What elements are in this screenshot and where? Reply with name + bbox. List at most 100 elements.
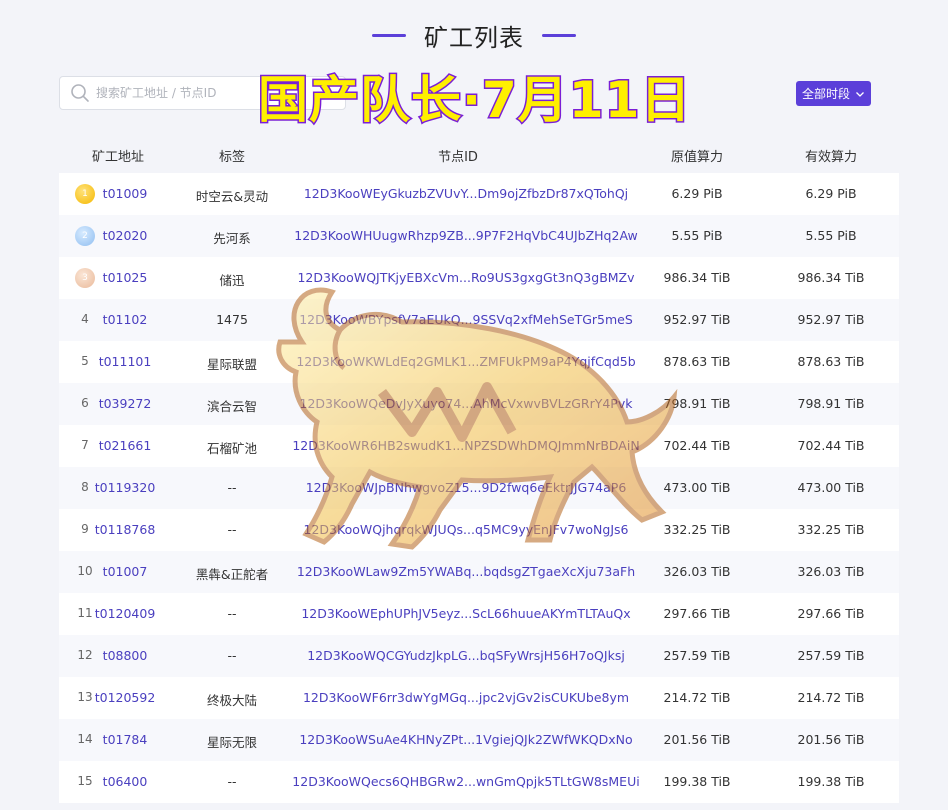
- miner-address-link[interactable]: t06400: [103, 774, 148, 789]
- table-row[interactable]: 14 t01784 星际无限 12D3KooWSuAe4KHNyZPt...1Vgie…: [59, 719, 899, 761]
- table-row[interactable]: 3 t01025 储迅 12D3KooWQJTKjyEBXcVm...Ro9US3gx…: [59, 257, 899, 299]
- raw-power-value: 199.38 TiB: [663, 774, 731, 789]
- miner-address-link[interactable]: t0118768: [95, 522, 156, 537]
- miner-tag: --: [227, 522, 237, 537]
- node-id-link[interactable]: 12D3KooWBYpsfV7aEUkQ...9SSVq2xfMehSeTGr5…: [299, 312, 633, 327]
- raw-power-value: 5.55 PiB: [671, 228, 723, 243]
- miner-address-link[interactable]: t02020: [103, 228, 148, 243]
- miner-address-link[interactable]: t01025: [103, 270, 148, 285]
- node-id-link[interactable]: 12D3KooWQecs6QHBGRw2...wnGmQpjk5TLtGW8sM…: [292, 774, 639, 789]
- node-id-link[interactable]: 12D3KooWHUugwRhzp9ZB...9P7F2HqVbC4UJbZHq…: [294, 228, 637, 243]
- table-row[interactable]: 6 t039272 滨合云智 12D3KooWQeDvJyXuyo74...AhMcV…: [59, 383, 899, 425]
- miner-address-link[interactable]: t021661: [99, 438, 152, 453]
- miner-tag: 星际无限: [206, 735, 258, 750]
- period-select-label: 全部时段: [801, 87, 850, 101]
- effective-power-value: 199.38 TiB: [797, 774, 865, 789]
- silver-medal-icon: 2: [75, 226, 95, 246]
- table-row[interactable]: 9 t0118768 -- 12D3KooWQjhqrqkWJUQs...q5MC9y…: [59, 509, 899, 551]
- rank-number: 9: [81, 522, 89, 536]
- bronze-medal-icon: 3: [75, 268, 95, 288]
- search-icon: [71, 84, 89, 102]
- raw-power-value: 986.34 TiB: [663, 270, 731, 285]
- header-node-id: 节点ID: [438, 150, 478, 165]
- table-row[interactable]: 4 t01102 1475 12D3KooWBYpsfV7aEUkQ...9SSVq2…: [59, 299, 899, 341]
- table-row[interactable]: 2 t02020 先河系 12D3KooWHUugwRhzp9ZB...9P7F2Hq…: [59, 215, 899, 257]
- miner-address-link[interactable]: t011101: [99, 354, 152, 369]
- rank-number: 10: [77, 564, 93, 578]
- table-row[interactable]: 7 t021661 石榴矿池 12D3KooWR6HB2swudK1...NPZSDW…: [59, 425, 899, 467]
- raw-power-value: 473.00 TiB: [663, 480, 731, 495]
- miner-tag: 1475: [216, 312, 248, 327]
- effective-power-value: 798.91 TiB: [797, 396, 865, 411]
- rank-number: 11: [77, 606, 93, 620]
- node-id-link[interactable]: 12D3KooWQjhqrqkWJUQs...q5MC9yyEnJFv7woNg…: [304, 522, 629, 537]
- rank-number: 6: [81, 396, 89, 410]
- effective-power-value: 332.25 TiB: [797, 522, 865, 537]
- node-id-link[interactable]: 12D3KooWLaw9Zm5YWABq...bqdsgZTgaeXcXju73…: [297, 564, 635, 579]
- raw-power-value: 297.66 TiB: [663, 606, 731, 621]
- miner-address-link[interactable]: t039272: [99, 396, 152, 411]
- raw-power-value: 214.72 TiB: [663, 690, 731, 705]
- miner-address-link[interactable]: t0120409: [95, 606, 156, 621]
- miner-address-link[interactable]: t01784: [103, 732, 148, 747]
- node-id-link[interactable]: 12D3KooWKWLdEq2GMLK1...ZMFUkPM9aP4YqjfCq…: [296, 354, 635, 369]
- rank-number: 7: [81, 438, 89, 452]
- raw-power-value: 201.56 TiB: [663, 732, 731, 747]
- node-id-link[interactable]: 12D3KooWQeDvJyXuyo74...AhMcVxwvBVLzGRrY4…: [300, 396, 633, 411]
- miner-tag: 储迅: [219, 273, 245, 288]
- raw-power-value: 702.44 TiB: [663, 438, 731, 453]
- table-row[interactable]: 11 t0120409 -- 12D3KooWEphUPhJV5eyz...ScL66…: [59, 593, 899, 635]
- raw-power-value: 332.25 TiB: [663, 522, 731, 537]
- table-row[interactable]: 10 t01007 黑犇&正舵者 12D3KooWLaw9Zm5YWABq...bqd…: [59, 551, 899, 593]
- period-select-button[interactable]: 全部时段: [796, 81, 871, 106]
- table-row[interactable]: 1 t01009 时空云&灵动 12D3KooWEyGkuzbZVUvY...Dm9o…: [59, 173, 899, 215]
- raw-power-value: 798.91 TiB: [663, 396, 731, 411]
- node-id-link[interactable]: 12D3KooWQJTKjyEBXcVm...Ro9US3gxgGt3nQ3gB…: [297, 270, 634, 285]
- effective-power-value: 326.03 TiB: [797, 564, 865, 579]
- miner-tag: --: [227, 774, 237, 789]
- rank-number: 15: [77, 774, 93, 788]
- effective-power-value: 257.59 TiB: [797, 648, 865, 663]
- node-id-link[interactable]: 12D3KooWR6HB2swudK1...NPZSDWhDMQJmmNrBDA…: [292, 438, 639, 453]
- miner-address-link[interactable]: t01009: [103, 186, 148, 201]
- rank-number: 8: [81, 480, 89, 494]
- node-id-link[interactable]: 12D3KooWJpBNhwgvoZ15...9D2fwq6eEktrJJG74…: [306, 480, 627, 495]
- node-id-link[interactable]: 12D3KooWQCGYudzJkpLG...bqSFyWrsjH56H7oQJ…: [307, 648, 625, 663]
- rank-number: 13: [77, 690, 93, 704]
- header-effective-power: 有效算力: [804, 150, 858, 165]
- effective-power-value: 214.72 TiB: [797, 690, 865, 705]
- header-miner: 矿工地址: [91, 150, 145, 165]
- miner-address-link[interactable]: t0119320: [95, 480, 156, 495]
- miner-tag: 星际联盟: [206, 357, 258, 372]
- table-row[interactable]: 5 t011101 星际联盟 12D3KooWKWLdEq2GMLK1...ZMFUk…: [59, 341, 899, 383]
- title-left-line: [372, 34, 406, 37]
- effective-power-value: 952.97 TiB: [797, 312, 865, 327]
- effective-power-value: 297.66 TiB: [797, 606, 865, 621]
- table-row[interactable]: 12 t08800 -- 12D3KooWQCGYudzJkpLG...bqSFyWr…: [59, 635, 899, 677]
- miner-address-link[interactable]: t08800: [103, 648, 148, 663]
- raw-power-value: 326.03 TiB: [663, 564, 731, 579]
- effective-power-value: 5.55 PiB: [805, 228, 857, 243]
- node-id-link[interactable]: 12D3KooWSuAe4KHNyZPt...1VgiejQJk2ZWfWKQD…: [299, 732, 632, 747]
- miner-tag: 石榴矿池: [206, 441, 258, 456]
- title-right-line: [542, 34, 576, 37]
- table-row[interactable]: 15 t06400 -- 12D3KooWQecs6QHBGRw2...wnGmQpj…: [59, 761, 899, 803]
- node-id-link[interactable]: 12D3KooWF6rr3dwYgMGq...jpc2vjGv2isCUKUbe…: [303, 690, 629, 705]
- table-row[interactable]: 13 t0120592 终极大陆 12D3KooWF6rr3dwYgMGq...jpc…: [59, 677, 899, 719]
- header-tag: 标签: [218, 150, 246, 165]
- rank-number: 14: [77, 732, 93, 746]
- miner-tag: 终极大陆: [206, 693, 258, 708]
- effective-power-value: 702.44 TiB: [797, 438, 865, 453]
- miner-table-body: 1 t01009 时空云&灵动 12D3KooWEyGkuzbZVUvY...Dm9o…: [59, 173, 899, 803]
- table-row[interactable]: 8 t0119320 -- 12D3KooWJpBNhwgvoZ15...9D2fwq…: [59, 467, 899, 509]
- raw-power-value: 6.29 PiB: [671, 186, 723, 201]
- overlay-banner: 国产队长·7月11日: [256, 70, 692, 131]
- miner-tag: 滨合云智: [206, 399, 258, 414]
- miner-address-link[interactable]: t0120592: [95, 690, 156, 705]
- table-header: 矿工地址 标签 节点ID 原值算力 有效算力: [59, 140, 899, 170]
- node-id-link[interactable]: 12D3KooWEphUPhJV5eyz...ScL66huueAKYmTLTA…: [301, 606, 630, 621]
- miner-address-link[interactable]: t01007: [103, 564, 148, 579]
- node-id-link[interactable]: 12D3KooWEyGkuzbZVUvY...Dm9ojZfbzDr87xQTo…: [304, 186, 628, 201]
- miner-address-link[interactable]: t01102: [103, 312, 148, 327]
- miner-tag: 先河系: [213, 231, 251, 246]
